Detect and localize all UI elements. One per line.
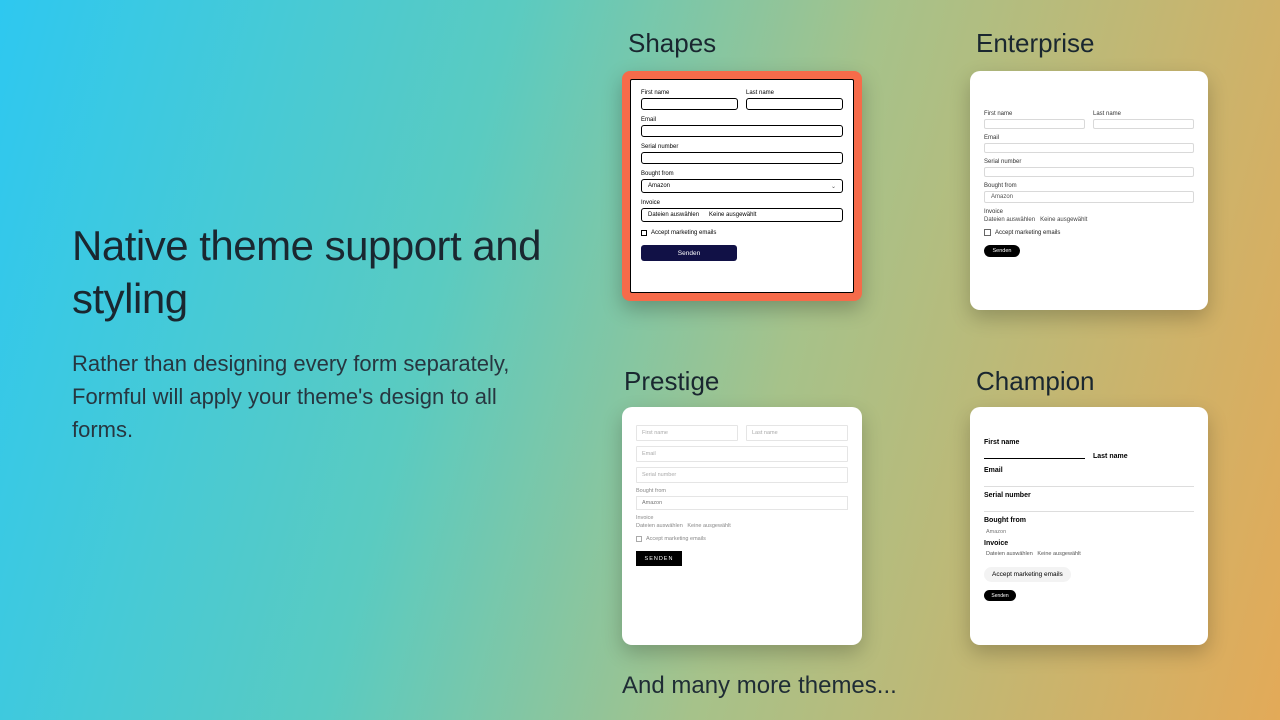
file-button-label: Dateien auswählen — [986, 551, 1033, 557]
label-bought: Bought from — [984, 183, 1194, 189]
label-serial: Serial number — [641, 144, 843, 150]
serial-input[interactable] — [984, 501, 1194, 512]
theme-title-enterprise: Enterprise — [976, 28, 1095, 59]
last-name-input[interactable] — [746, 98, 843, 110]
serial-input[interactable] — [641, 152, 843, 164]
bought-select[interactable]: Amazon — [984, 191, 1194, 203]
shapes-card: First name Last name Email Serial number… — [622, 71, 862, 301]
invoice-file-input[interactable]: Dateien auswählen Keine ausgewählt — [636, 523, 848, 529]
send-button[interactable]: SENDEN — [636, 551, 682, 566]
marketing-checkbox[interactable]: Accept marketing emails — [641, 230, 843, 236]
serial-input[interactable]: Serial number — [636, 467, 848, 483]
first-name-input[interactable]: First name — [636, 425, 738, 441]
theme-title-shapes: Shapes — [628, 28, 716, 59]
shapes-form: First name Last name Email Serial number… — [630, 79, 854, 293]
label-first: First name — [641, 90, 738, 96]
label-last: Last name — [746, 90, 843, 96]
checkbox-icon — [636, 536, 642, 542]
label-email: Email — [641, 117, 843, 123]
file-none-label: Keine ausgewählt — [709, 212, 756, 218]
invoice-file-input[interactable]: Dateien auswählen Keine ausgewählt — [984, 549, 1194, 563]
file-none-label: Keine ausgewählt — [687, 523, 730, 529]
first-name-input[interactable] — [984, 119, 1085, 129]
label-bought: Bought from — [636, 488, 848, 494]
label-last: Last name — [1093, 451, 1128, 462]
marketing-label: Accept marketing emails — [995, 230, 1060, 236]
marketing-checkbox[interactable]: Accept marketing emails — [636, 536, 848, 542]
file-button-label: Dateien auswählen — [636, 523, 683, 529]
label-serial: Serial number — [984, 490, 1194, 501]
label-invoice: Invoice — [984, 209, 1194, 215]
file-button-label: Dateien auswählen — [648, 212, 699, 218]
file-none-label: Keine ausgewählt — [1040, 217, 1087, 223]
marketing-checkbox[interactable]: Accept marketing emails — [984, 229, 1194, 236]
marketing-checkbox[interactable]: Accept marketing emails — [984, 567, 1071, 582]
chevron-down-icon: ⌄ — [831, 183, 836, 190]
invoice-file-input[interactable]: Dateien auswählen Keine ausgewählt — [984, 217, 1194, 223]
label-serial: Serial number — [984, 159, 1194, 165]
checkbox-icon — [641, 230, 647, 236]
file-button-label: Dateien auswählen — [984, 217, 1035, 223]
enterprise-card: First name Last name Email Serial number… — [970, 71, 1208, 310]
marketing-copy: Native theme support and styling Rather … — [72, 220, 552, 446]
send-button[interactable]: Senden — [984, 245, 1020, 257]
serial-input[interactable] — [984, 167, 1194, 177]
bought-select[interactable]: Amazon — [984, 526, 1194, 538]
email-input[interactable]: Email — [636, 446, 848, 462]
label-invoice: Invoice — [641, 200, 843, 206]
bought-select[interactable]: Amazon — [636, 496, 848, 510]
headline: Native theme support and styling — [72, 220, 552, 325]
checkbox-icon — [984, 229, 991, 236]
first-name-input[interactable] — [984, 448, 1085, 459]
marketing-label: Accept marketing emails — [992, 571, 1063, 578]
file-none-label: Keine ausgewählt — [1037, 551, 1080, 557]
last-name-input[interactable] — [1093, 119, 1194, 129]
more-themes-text: And many more themes... — [622, 672, 897, 700]
send-button[interactable]: Senden — [641, 245, 737, 261]
label-email: Email — [984, 135, 1194, 141]
invoice-file-input[interactable]: Dateien auswählen Keine ausgewählt — [641, 208, 843, 222]
theme-title-prestige: Prestige — [624, 366, 719, 397]
label-invoice: Invoice — [636, 515, 848, 521]
last-name-input[interactable]: Last name — [746, 425, 848, 441]
send-button[interactable]: Senden — [984, 590, 1016, 601]
label-last: Last name — [1093, 111, 1194, 117]
label-first: First name — [984, 437, 1085, 448]
theme-title-champion: Champion — [976, 366, 1095, 397]
label-bought: Bought from — [641, 171, 843, 177]
label-bought: Bought from — [984, 515, 1194, 526]
label-email: Email — [984, 465, 1194, 476]
marketing-label: Accept marketing emails — [646, 536, 706, 542]
bought-value: Amazon — [991, 194, 1013, 200]
prestige-card: First name Last name Email Serial number… — [622, 407, 862, 645]
email-input[interactable] — [984, 476, 1194, 487]
bought-value: Amazon — [648, 183, 670, 189]
label-invoice: Invoice — [984, 538, 1194, 549]
marketing-label: Accept marketing emails — [651, 230, 716, 236]
champion-card: First name Last name Email Serial number… — [970, 407, 1208, 645]
label-first: First name — [984, 111, 1085, 117]
subheadline: Rather than designing every form separat… — [72, 347, 552, 446]
first-name-input[interactable] — [641, 98, 738, 110]
email-input[interactable] — [984, 143, 1194, 153]
email-input[interactable] — [641, 125, 843, 137]
bought-select[interactable]: Amazon ⌄ — [641, 179, 843, 193]
